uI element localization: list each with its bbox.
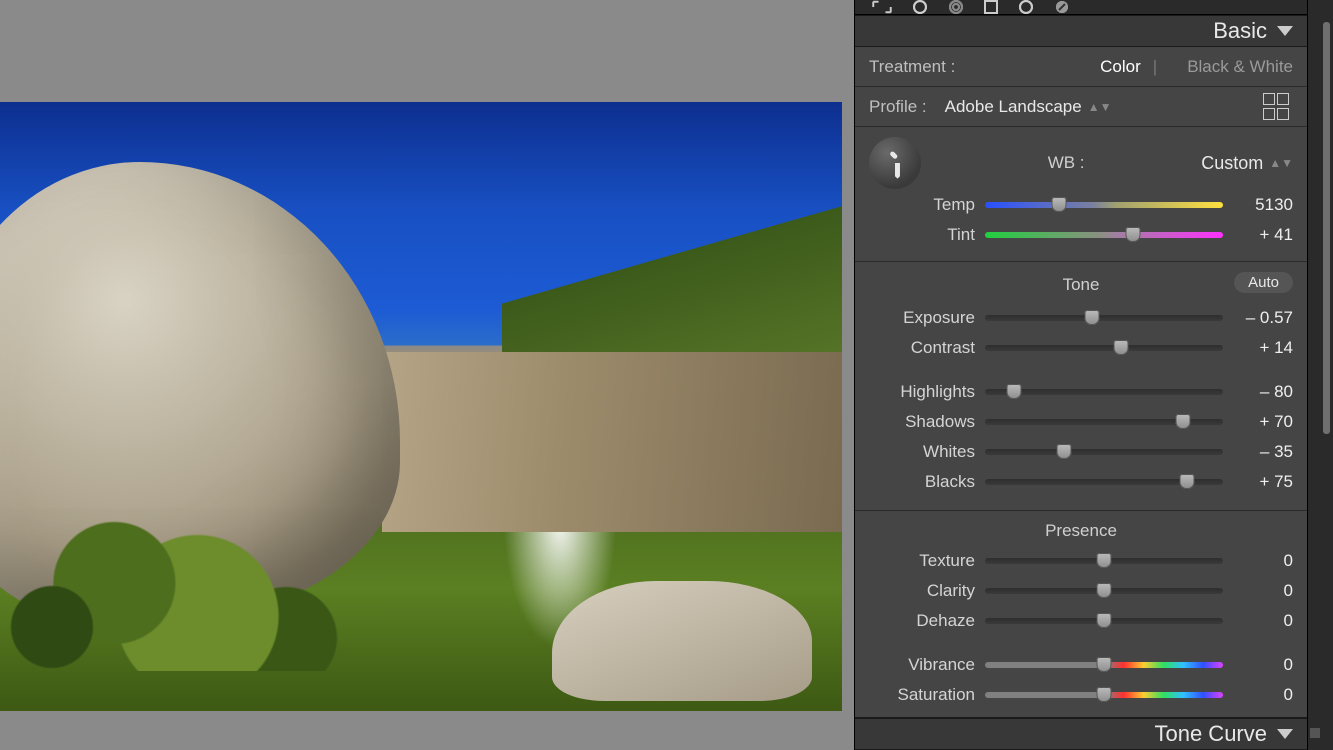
- whites-label: Whites: [869, 442, 975, 462]
- profile-value[interactable]: Adobe Landscape: [945, 97, 1082, 117]
- panel-scrollbar[interactable]: [1307, 0, 1333, 750]
- crop-tool-icon[interactable]: [871, 0, 893, 14]
- dehaze-value[interactable]: 0: [1233, 611, 1293, 631]
- texture-value[interactable]: 0: [1233, 551, 1293, 571]
- shadows-value[interactable]: + 70: [1233, 412, 1293, 432]
- whites-value[interactable]: – 35: [1233, 442, 1293, 462]
- tone-title: Tone: [1063, 275, 1100, 295]
- basic-panel-title: Basic: [1213, 18, 1267, 44]
- clarity-label: Clarity: [869, 581, 975, 601]
- treatment-row: Treatment : Color | Black & White: [855, 47, 1307, 87]
- tone-curve-panel-header[interactable]: Tone Curve: [855, 718, 1307, 750]
- saturation-slider[interactable]: [985, 692, 1223, 698]
- scrollbar-thumb[interactable]: [1323, 22, 1330, 434]
- vibrance-label: Vibrance: [869, 655, 975, 675]
- tint-value[interactable]: + 41: [1233, 225, 1293, 245]
- blacks-label: Blacks: [869, 472, 975, 492]
- saturation-value[interactable]: 0: [1233, 685, 1293, 705]
- saturation-label: Saturation: [869, 685, 975, 705]
- texture-label: Texture: [869, 551, 975, 571]
- tool-strip: [855, 0, 1307, 15]
- vibrance-slider[interactable]: [985, 662, 1223, 668]
- treatment-color[interactable]: Color: [1100, 57, 1141, 77]
- profile-row: Profile : Adobe Landscape ▲▼: [855, 87, 1307, 127]
- blacks-value[interactable]: + 75: [1233, 472, 1293, 492]
- preview-image[interactable]: [0, 102, 842, 711]
- treatment-label: Treatment :: [869, 57, 955, 77]
- eyedropper-icon: [875, 143, 915, 183]
- profile-label: Profile :: [869, 97, 927, 117]
- panel-toggle-icon[interactable]: [1310, 728, 1320, 738]
- contrast-slider[interactable]: [985, 345, 1223, 351]
- contrast-value[interactable]: + 14: [1233, 338, 1293, 358]
- clarity-slider[interactable]: [985, 588, 1223, 594]
- highlights-slider[interactable]: [985, 389, 1223, 395]
- tone-curve-title: Tone Curve: [1154, 721, 1267, 747]
- white-balance-picker[interactable]: [869, 137, 921, 189]
- exposure-label: Exposure: [869, 308, 975, 328]
- blacks-slider[interactable]: [985, 479, 1223, 485]
- profile-chevron-icon[interactable]: ▲▼: [1088, 100, 1112, 114]
- texture-slider[interactable]: [985, 558, 1223, 564]
- wb-label: WB :: [931, 153, 1201, 173]
- temp-value[interactable]: 5130: [1233, 195, 1293, 215]
- exposure-value[interactable]: – 0.57: [1233, 308, 1293, 328]
- image-canvas[interactable]: [0, 0, 854, 750]
- shadows-label: Shadows: [869, 412, 975, 432]
- collapse-icon: [1277, 729, 1293, 739]
- auto-tone-button[interactable]: Auto: [1234, 272, 1293, 293]
- highlights-value[interactable]: – 80: [1233, 382, 1293, 402]
- collapse-icon: [1277, 26, 1293, 36]
- tint-slider[interactable]: [985, 232, 1223, 238]
- dehaze-slider[interactable]: [985, 618, 1223, 624]
- shadows-slider[interactable]: [985, 419, 1223, 425]
- highlights-label: Highlights: [869, 382, 975, 402]
- whites-slider[interactable]: [985, 449, 1223, 455]
- temp-slider[interactable]: [985, 202, 1223, 208]
- circle-tool-icon[interactable]: [911, 0, 929, 14]
- temp-label: Temp: [869, 195, 975, 215]
- vibrance-value[interactable]: 0: [1233, 655, 1293, 675]
- spiral-tool-icon[interactable]: [947, 0, 965, 14]
- exposure-slider[interactable]: [985, 315, 1223, 321]
- clarity-value[interactable]: 0: [1233, 581, 1293, 601]
- wb-value[interactable]: Custom: [1201, 153, 1263, 174]
- treatment-bw[interactable]: Black & White: [1187, 57, 1293, 77]
- dehaze-label: Dehaze: [869, 611, 975, 631]
- square-tool-icon[interactable]: [983, 0, 999, 14]
- presence-title: Presence: [869, 521, 1293, 541]
- wb-chevron-icon[interactable]: ▲▼: [1269, 156, 1293, 170]
- brush-tool-icon[interactable]: [1053, 0, 1071, 14]
- contrast-label: Contrast: [869, 338, 975, 358]
- basic-panel-header[interactable]: Basic: [855, 15, 1307, 47]
- profile-browser-icon[interactable]: [1263, 93, 1293, 121]
- tint-label: Tint: [869, 225, 975, 245]
- ring-tool-icon[interactable]: [1017, 0, 1035, 14]
